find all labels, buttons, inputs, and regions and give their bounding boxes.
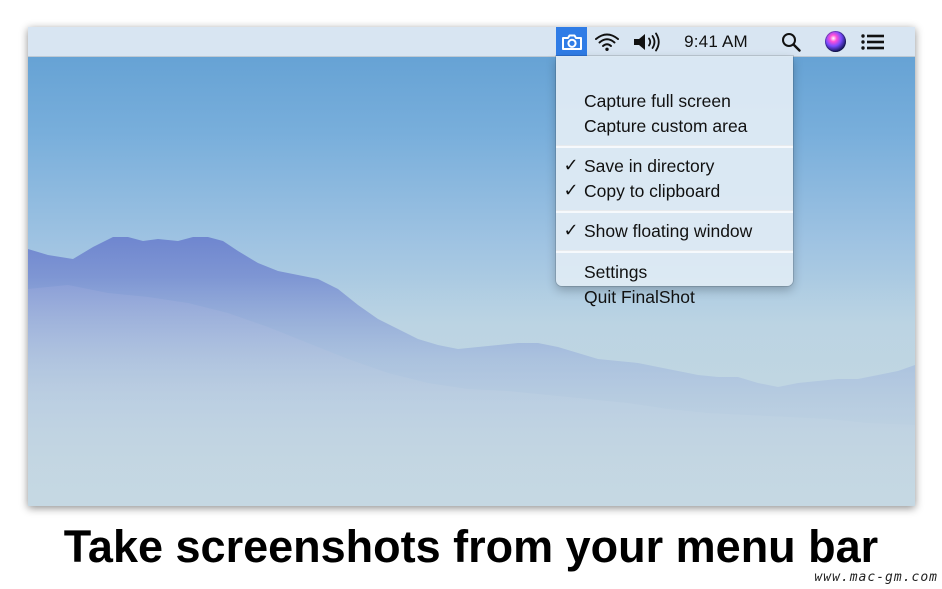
menu-item-label: Capture full screen [584,91,731,111]
menu-item-copy-to-clipboard[interactable]: ✓ Copy to clipboard [556,179,793,203]
menu-item-save-in-directory[interactable]: ✓ Save in directory [556,154,793,178]
checkmark-icon: ✓ [563,220,579,241]
menu-item-quit-finalshot[interactable]: Quit FinalShot [556,285,793,309]
notification-center-icon[interactable] [857,27,889,56]
siri-icon[interactable] [821,27,849,56]
finalshot-dropdown-menu: Capture full screen Capture custom area … [556,56,793,307]
menu-item-label: Quit FinalShot [584,287,695,307]
desktop-screen: 9:41 AM Capture full screen Capture cust… [28,27,915,506]
watermark: www.mac-gm.com [814,570,938,585]
menu-item-show-floating-window[interactable]: ✓ Show floating window [556,219,793,243]
checkmark-icon: ✓ [563,180,579,201]
menu-item-label: Capture custom area [584,116,748,136]
menu-item-label: Copy to clipboard [584,181,721,201]
menu-item-label: Save in directory [584,156,715,176]
menu-bar-clock[interactable]: 9:41 AM [676,27,756,56]
menu-bar: 9:41 AM [28,27,915,57]
finalshot-camera-icon[interactable] [556,27,587,56]
menu-item-capture-custom-area[interactable]: Capture custom area [556,114,793,138]
menu-separator [556,145,793,148]
menu-item-capture-full-screen[interactable]: Capture full screen [556,89,793,113]
promo-caption: Take screenshots from your menu bar [63,521,879,572]
spotlight-search-icon[interactable] [778,27,804,56]
menu-item-settings[interactable]: Settings [556,260,793,284]
menu-item-label: Show floating window [584,221,753,241]
checkmark-icon: ✓ [563,155,579,176]
volume-icon[interactable] [629,27,665,56]
menu-separator [556,210,793,213]
menu-item-label: Settings [584,262,648,282]
menu-separator [556,250,793,253]
wifi-icon[interactable] [592,27,622,56]
